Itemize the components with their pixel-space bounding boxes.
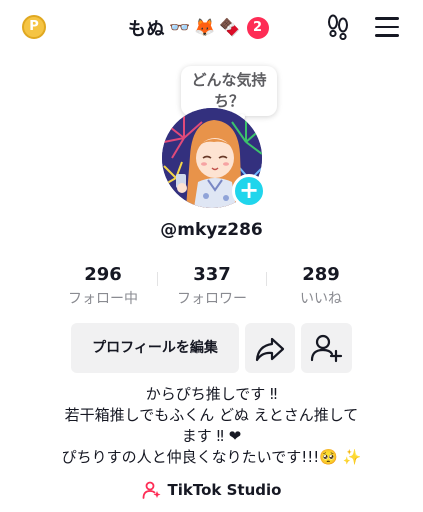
chocolate-emoji: 🍫: [219, 18, 241, 38]
stat-label: フォロー中: [68, 291, 138, 307]
stat-value: 289: [302, 264, 340, 285]
tiktok-studio-link[interactable]: TikTok Studio: [0, 478, 423, 502]
bio: からぴち推しです ‼ 若干箱推しでもふくん どぬ えとさん推して ます ‼ ❤ …: [0, 384, 423, 468]
stat-value: 296: [84, 264, 122, 285]
username: @mkyz286: [160, 220, 263, 240]
stat-following[interactable]: 296 フォロー中: [48, 262, 158, 310]
menu-icon[interactable]: [375, 17, 399, 37]
add-avatar-button[interactable]: +: [232, 174, 266, 208]
studio-label: TikTok Studio: [167, 481, 282, 499]
stat-label: いいね: [300, 291, 342, 307]
fox-emoji: 🦊: [194, 18, 216, 38]
glasses-emoji: 👓: [169, 18, 191, 38]
bio-line: ぴちりすの人と仲良くなりたいです!!!🥺 ✨: [61, 448, 362, 466]
edit-profile-button[interactable]: プロフィールを編集: [71, 323, 239, 373]
stat-value: 337: [193, 264, 231, 285]
add-friend-icon: [310, 334, 343, 363]
share-icon: [255, 337, 285, 362]
studio-icon: [142, 481, 161, 499]
notification-badge: 2: [246, 17, 269, 39]
share-profile-button[interactable]: [245, 323, 295, 373]
stat-likes[interactable]: 289 いいね: [266, 262, 376, 310]
bio-line: からぴち推しです ‼: [145, 385, 278, 403]
footprints-icon[interactable]: [326, 14, 350, 41]
add-friend-button[interactable]: [301, 323, 352, 373]
mood-bubble[interactable]: どんな気持 ち？: [181, 66, 277, 116]
bio-line: 若干箱推しでもふくん どぬ えとさん推して: [64, 406, 359, 424]
coin-icon[interactable]: P: [22, 15, 46, 39]
display-name: もぬ: [128, 19, 165, 40]
stat-label: フォロワー: [177, 291, 247, 307]
stat-followers[interactable]: 337 フォロワー: [157, 262, 267, 310]
bio-line: ます ‼ ❤: [181, 427, 242, 445]
account-switcher[interactable]: もぬ 👓 🦊 🍫 2: [128, 14, 269, 42]
